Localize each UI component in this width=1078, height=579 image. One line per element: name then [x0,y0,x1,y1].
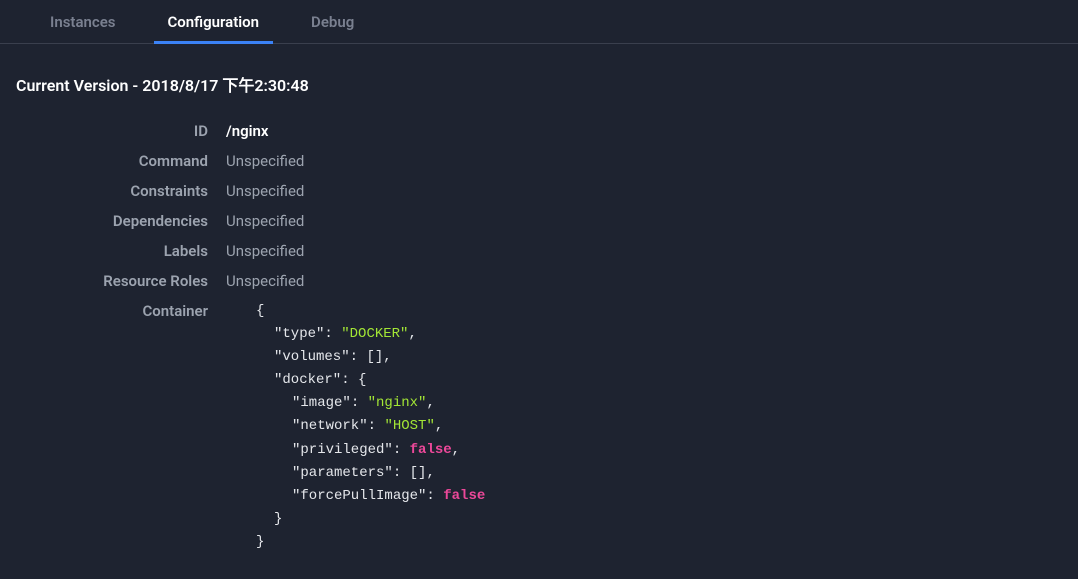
config-row-id: ID /nginx [16,116,1078,146]
config-label: Command [16,150,226,172]
config-value-dependencies: Unspecified [226,210,304,232]
config-row-container: Container { "type": "DOCKER", "volumes":… [16,296,1078,558]
json-key-image: "image" [292,395,351,411]
config-value-container: { "type": "DOCKER", "volumes": [], "dock… [226,300,485,554]
tab-instances[interactable]: Instances [36,1,130,44]
json-value-parameters: [] [410,465,427,481]
config-value-command: Unspecified [226,150,304,172]
config-row-resource-roles: Resource Roles Unspecified [16,266,1078,296]
config-label: Constraints [16,180,226,202]
json-key-privileged: "privileged" [292,442,393,458]
config-value-constraints: Unspecified [226,180,304,202]
json-value-privileged: false [410,442,452,458]
configuration-details: ID /nginx Command Unspecified Constraint… [0,116,1078,558]
json-key-type: "type" [274,326,324,342]
json-key-parameters: "parameters" [292,465,393,481]
json-key-network: "network" [292,418,368,434]
tab-debug[interactable]: Debug [297,1,368,44]
json-brace-close: } [256,534,264,550]
json-key-volumes: "volumes" [274,349,350,365]
config-value-id: /nginx [226,120,268,142]
config-label: Dependencies [16,210,226,232]
config-label: Resource Roles [16,270,226,292]
tab-configuration[interactable]: Configuration [154,1,274,44]
tab-bar: Instances Configuration Debug [0,0,1078,44]
json-brace-close: } [274,511,282,527]
json-value-image: "nginx" [368,395,427,411]
config-value-labels: Unspecified [226,240,304,262]
json-value-network: "HOST" [384,418,434,434]
current-version-label: Current Version - 2018/8/17 下午2:30:48 [0,44,1078,116]
config-row-dependencies: Dependencies Unspecified [16,206,1078,236]
json-value-volumes: [] [366,349,383,365]
config-row-constraints: Constraints Unspecified [16,176,1078,206]
container-json: { "type": "DOCKER", "volumes": [], "dock… [226,300,485,554]
json-key-docker: "docker" [274,372,341,388]
config-label: Labels [16,240,226,262]
config-label: ID [16,120,226,142]
json-brace-open: { [256,303,264,319]
config-value-resource-roles: Unspecified [226,270,304,292]
json-key-forcepullimage: "forcePullImage" [292,488,426,504]
config-label: Container [16,300,226,322]
json-value-forcepullimage: false [443,488,485,504]
json-value-type: "DOCKER" [341,326,408,342]
config-row-command: Command Unspecified [16,146,1078,176]
config-row-labels: Labels Unspecified [16,236,1078,266]
